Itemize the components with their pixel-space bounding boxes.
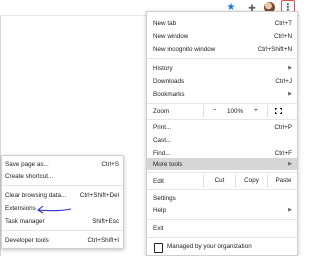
menu-row-edit: Edit Cut Copy Paste <box>147 175 297 187</box>
menu-item-shortcut: Ctrl+F <box>274 149 292 157</box>
menu-separator <box>147 189 297 190</box>
menu-item-settings[interactable]: Settings <box>147 192 297 204</box>
building-icon <box>153 242 163 253</box>
chrome-main-menu: New tab Ctrl+T New window Ctrl+N New inc… <box>146 11 298 256</box>
submenu-separator <box>2 185 123 186</box>
submenu-item-save-page[interactable]: Save page as... Ctrl+S <box>2 158 123 170</box>
submenu-item-shortcut: Shift+Esc <box>92 217 119 225</box>
menu-item-exit[interactable]: Exit <box>147 222 297 234</box>
menu-separator <box>147 119 297 120</box>
menu-item-label: Find... <box>153 149 171 157</box>
zoom-level: 100% <box>226 107 244 115</box>
submenu-arrow-icon: ▶ <box>288 65 292 71</box>
submenu-item-developer-tools[interactable]: Developer tools Ctrl+Shift+I <box>2 234 123 246</box>
more-tools-submenu: Save page as... Ctrl+S Create shortcut..… <box>1 155 124 249</box>
menu-item-cast[interactable]: Cast... <box>147 134 297 146</box>
edit-controls: Cut Copy Paste <box>203 175 299 187</box>
menu-item-label: Exit <box>153 224 164 232</box>
menu-item-bookmarks[interactable]: Bookmarks ▶ <box>147 88 297 100</box>
menu-item-help[interactable]: Help ▶ <box>147 204 297 216</box>
menu-item-new-tab[interactable]: New tab Ctrl+T <box>147 17 297 29</box>
hand-drawn-arrow-annotation <box>37 205 72 214</box>
menu-item-shortcut: Ctrl+N <box>273 32 292 40</box>
menu-item-label: Bookmarks <box>153 90 185 98</box>
submenu-item-label: Clear browsing data... <box>5 191 67 199</box>
submenu-arrow-icon: ▶ <box>288 161 292 167</box>
menu-item-print[interactable]: Print... Ctrl+P <box>147 121 297 133</box>
submenu-item-shortcut: Ctrl+Shift+Del <box>79 191 119 199</box>
menu-item-label: Print... <box>153 123 172 131</box>
menu-item-shortcut: Ctrl+Shift+N <box>257 45 292 53</box>
submenu-item-task-manager[interactable]: Task manager Shift+Esc <box>2 215 123 227</box>
submenu-item-label: Task manager <box>5 217 45 225</box>
menu-item-label: New tab <box>153 19 177 27</box>
zoom-controls: − 100% + <box>203 105 289 117</box>
submenu-item-label: Developer tools <box>5 236 49 244</box>
menu-separator <box>147 172 297 173</box>
zoom-in-button[interactable]: + <box>245 105 267 117</box>
menu-item-new-incognito-window[interactable]: New incognito window Ctrl+Shift+N <box>147 43 297 55</box>
copy-button[interactable]: Copy <box>235 175 267 187</box>
submenu-item-label: Save page as... <box>5 160 49 168</box>
zoom-out-button[interactable]: − <box>203 105 225 117</box>
paste-button[interactable]: Paste <box>267 175 299 187</box>
menu-row-zoom: Zoom − 100% + <box>147 105 297 117</box>
submenu-item-create-shortcut[interactable]: Create shortcut... <box>2 170 123 182</box>
menu-item-downloads[interactable]: Downloads Ctrl+J <box>147 75 297 87</box>
menu-item-new-window[interactable]: New window Ctrl+N <box>147 30 297 42</box>
menu-item-label: Downloads <box>153 77 185 85</box>
submenu-item-shortcut: Ctrl+Shift+I <box>87 236 120 244</box>
menu-separator <box>147 103 297 104</box>
menu-item-label: New incognito window <box>153 45 216 53</box>
menu-item-managed[interactable]: Managed by your organization <box>147 240 297 253</box>
submenu-separator <box>2 230 123 231</box>
menu-separator <box>147 58 297 59</box>
menu-item-shortcut: Ctrl+P <box>274 123 292 131</box>
submenu-item-shortcut: Ctrl+S <box>101 160 119 168</box>
submenu-arrow-icon: ▶ <box>288 91 292 97</box>
menu-item-shortcut: Ctrl+T <box>274 19 292 27</box>
menu-item-more-tools[interactable]: More tools ▶ <box>147 158 297 170</box>
fullscreen-icon[interactable] <box>267 105 289 117</box>
menu-item-history[interactable]: History ▶ <box>147 62 297 74</box>
cut-button[interactable]: Cut <box>203 175 235 187</box>
menu-separator <box>147 219 297 220</box>
menu-separator <box>147 237 297 238</box>
submenu-arrow-icon: ▶ <box>288 207 292 213</box>
menu-item-label: Cast... <box>153 136 172 144</box>
menu-item-label: New window <box>153 32 189 40</box>
menu-item-shortcut: Ctrl+J <box>275 77 292 85</box>
menu-item-label: History <box>153 64 173 72</box>
menu-item-label: Managed by your organization <box>167 242 252 250</box>
submenu-item-label: Create shortcut... <box>5 172 54 180</box>
submenu-item-clear-browsing-data[interactable]: Clear browsing data... Ctrl+Shift+Del <box>2 189 123 201</box>
menu-item-label: Help <box>153 206 166 214</box>
menu-item-label: More tools <box>153 160 183 168</box>
menu-item-label: Settings <box>153 194 176 202</box>
